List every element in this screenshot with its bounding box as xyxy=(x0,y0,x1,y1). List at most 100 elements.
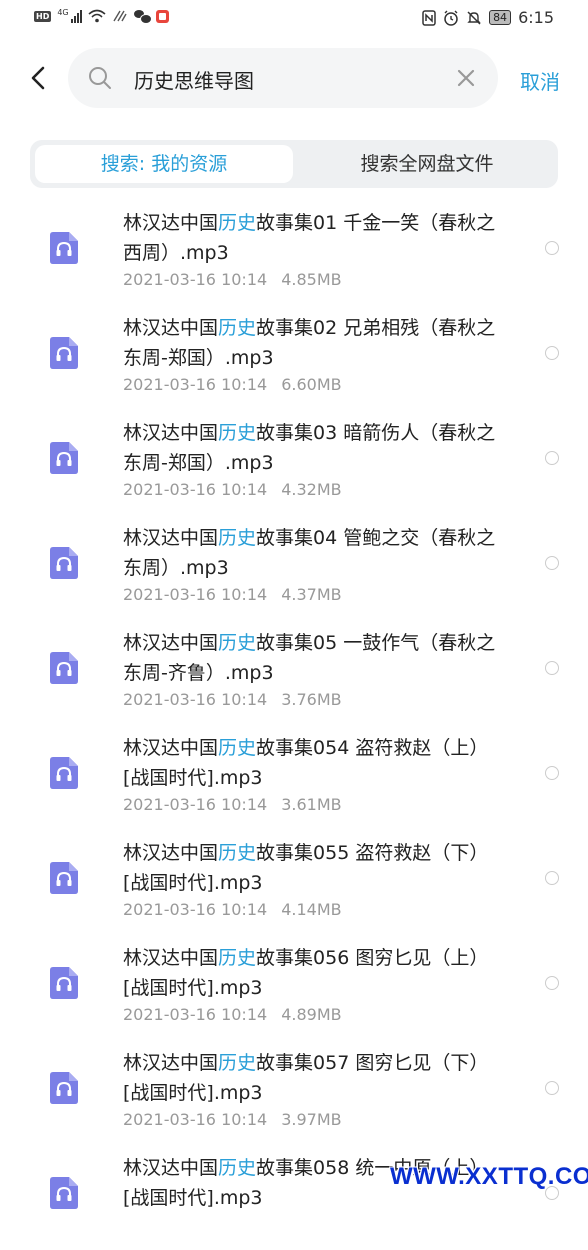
audio-file-icon xyxy=(50,442,78,474)
file-date: 2021-03-16 10:14 xyxy=(123,690,268,709)
file-size: 4.32MB xyxy=(281,480,342,499)
file-name-prefix: 林汉达中国 xyxy=(123,842,219,864)
select-radio[interactable] xyxy=(545,556,559,570)
file-name-highlight: 历史 xyxy=(218,947,257,969)
select-radio[interactable] xyxy=(545,766,559,780)
file-name-prefix: 林汉达中国 xyxy=(123,947,219,969)
file-name-highlight: 历史 xyxy=(218,317,257,339)
file-name: 林汉达中国历史故事集02 兄弟相残（春秋之东周-郑国）.mp3 xyxy=(123,313,503,373)
file-size: 3.97MB xyxy=(281,1110,342,1129)
file-name-highlight: 历史 xyxy=(218,527,257,549)
clear-icon[interactable] xyxy=(455,67,477,89)
file-meta: 2021-03-16 10:14 4.32MB xyxy=(123,480,342,499)
audio-file-icon xyxy=(50,1072,78,1104)
file-name-highlight: 历史 xyxy=(218,1052,257,1074)
alarm-icon xyxy=(444,10,458,26)
file-name: 林汉达中国历史故事集05 一鼓作气（春秋之东周-齐鲁）.mp3 xyxy=(123,628,503,688)
file-name: 林汉达中国历史故事集054 盗符救赵（上）[战国时代].mp3 xyxy=(123,733,503,793)
select-radio[interactable] xyxy=(545,871,559,885)
file-meta: 2021-03-16 10:14 4.85MB xyxy=(123,270,342,289)
data-signal-icon xyxy=(113,10,127,22)
wechat-icon xyxy=(133,10,152,24)
audio-file-icon xyxy=(50,547,78,579)
file-meta: 2021-03-16 10:14 4.37MB xyxy=(123,585,342,604)
audio-file-icon xyxy=(50,757,78,789)
file-date: 2021-03-16 10:14 xyxy=(123,795,268,814)
file-meta: 2021-03-16 10:14 4.14MB xyxy=(123,900,342,919)
file-date: 2021-03-16 10:14 xyxy=(123,1110,268,1129)
file-meta: 2021-03-16 10:14 3.97MB xyxy=(123,1110,342,1129)
file-meta: 2021-03-16 10:14 6.60MB xyxy=(123,375,342,394)
audio-file-icon xyxy=(50,1177,78,1209)
tab-my-resources[interactable]: 搜索: 我的资源 xyxy=(35,145,293,183)
file-name-highlight: 历史 xyxy=(218,842,257,864)
search-input[interactable]: 历史思维导图 xyxy=(134,65,254,94)
file-size: 3.61MB xyxy=(281,795,342,814)
file-name-prefix: 林汉达中国 xyxy=(123,422,219,444)
audio-file-icon xyxy=(50,862,78,894)
file-meta: 2021-03-16 10:14 4.89MB xyxy=(123,1005,342,1024)
select-radio[interactable] xyxy=(545,346,559,360)
file-name-prefix: 林汉达中国 xyxy=(123,212,219,234)
file-name-highlight: 历史 xyxy=(218,1157,257,1179)
file-name-highlight: 历史 xyxy=(218,737,257,759)
file-name: 林汉达中国历史故事集057 图穷匕见（下）[战国时代].mp3 xyxy=(123,1048,503,1108)
list-item[interactable]: 林汉达中国历史故事集054 盗符救赵（上）[战国时代].mp3 2021-03-1… xyxy=(0,725,588,830)
select-radio[interactable] xyxy=(545,1081,559,1095)
hd-badge: HD xyxy=(34,10,52,22)
list-item[interactable]: 林汉达中国历史故事集05 一鼓作气（春秋之东周-齐鲁）.mp3 2021-03-1… xyxy=(0,620,588,725)
list-item[interactable]: 林汉达中国历史故事集03 暗箭伤人（春秋之东周-郑国）.mp3 2021-03-1… xyxy=(0,410,588,515)
file-list: 林汉达中国历史故事集01 千金一笑（春秋之西周）.mp3 2021-03-16 1… xyxy=(0,200,588,1250)
select-radio[interactable] xyxy=(545,976,559,990)
network-type: 4G xyxy=(57,7,69,17)
app-notification-icon xyxy=(155,9,169,23)
search-icon xyxy=(89,67,111,89)
search-bar[interactable]: 历史思维导图 xyxy=(68,48,498,108)
list-item[interactable]: 林汉达中国历史故事集058 统一中原（上）[战国时代].mp3 xyxy=(0,1145,588,1250)
signal-icon xyxy=(70,9,82,23)
status-left: HD 4G xyxy=(34,7,169,24)
file-name: 林汉达中国历史故事集01 千金一笑（春秋之西周）.mp3 xyxy=(123,208,503,268)
clock: 6:15 xyxy=(518,8,554,27)
file-date: 2021-03-16 10:14 xyxy=(123,900,268,919)
audio-file-icon xyxy=(50,232,78,264)
back-arrow-icon[interactable] xyxy=(28,64,50,92)
file-date: 2021-03-16 10:14 xyxy=(123,585,268,604)
file-name-highlight: 历史 xyxy=(218,632,257,654)
file-meta: 2021-03-16 10:14 3.76MB xyxy=(123,690,342,709)
file-name: 林汉达中国历史故事集03 暗箭伤人（春秋之东周-郑国）.mp3 xyxy=(123,418,503,478)
file-name-prefix: 林汉达中国 xyxy=(123,632,219,654)
file-name: 林汉达中国历史故事集04 管鲍之交（春秋之东周）.mp3 xyxy=(123,523,503,583)
file-name-prefix: 林汉达中国 xyxy=(123,527,219,549)
battery-indicator: 84 xyxy=(489,10,512,25)
file-date: 2021-03-16 10:14 xyxy=(123,1005,268,1024)
list-item[interactable]: 林汉达中国历史故事集04 管鲍之交（春秋之东周）.mp3 2021-03-16 1… xyxy=(0,515,588,620)
file-size: 4.85MB xyxy=(281,270,342,289)
list-item[interactable]: 林汉达中国历史故事集057 图穷匕见（下）[战国时代].mp3 2021-03-1… xyxy=(0,1040,588,1145)
wifi-icon xyxy=(88,9,106,23)
file-name: 林汉达中国历史故事集056 图穷匕见（上）[战国时代].mp3 xyxy=(123,943,503,1003)
list-item[interactable]: 林汉达中国历史故事集056 图穷匕见（上）[战国时代].mp3 2021-03-1… xyxy=(0,935,588,1040)
watermark: WWW.XXTTQ.COM xyxy=(390,1163,588,1190)
file-name-prefix: 林汉达中国 xyxy=(123,1157,219,1179)
file-size: 3.76MB xyxy=(281,690,342,709)
file-size: 4.89MB xyxy=(281,1005,342,1024)
audio-file-icon xyxy=(50,652,78,684)
file-date: 2021-03-16 10:14 xyxy=(123,270,268,289)
list-item[interactable]: 林汉达中国历史故事集02 兄弟相残（春秋之东周-郑国）.mp3 2021-03-1… xyxy=(0,305,588,410)
select-radio[interactable] xyxy=(545,451,559,465)
audio-file-icon xyxy=(50,967,78,999)
tab-all-cloud-files[interactable]: 搜索全网盘文件 xyxy=(298,145,556,183)
list-item[interactable]: 林汉达中国历史故事集01 千金一笑（春秋之西周）.mp3 2021-03-16 1… xyxy=(0,200,588,305)
status-bar: HD 4G 84 6:15 xyxy=(0,0,588,38)
file-meta: 2021-03-16 10:14 3.61MB xyxy=(123,795,342,814)
file-name-prefix: 林汉达中国 xyxy=(123,1052,219,1074)
cancel-button[interactable]: 取消 xyxy=(520,66,560,95)
select-radio[interactable] xyxy=(545,661,559,675)
search-scope-tabs: 搜索: 我的资源 搜索全网盘文件 xyxy=(30,140,558,188)
select-radio[interactable] xyxy=(545,241,559,255)
status-right: 84 6:15 xyxy=(422,8,554,27)
list-item[interactable]: 林汉达中国历史故事集055 盗符救赵（下）[战国时代].mp3 2021-03-1… xyxy=(0,830,588,935)
file-meta xyxy=(123,1215,137,1234)
file-size: 6.60MB xyxy=(281,375,342,394)
